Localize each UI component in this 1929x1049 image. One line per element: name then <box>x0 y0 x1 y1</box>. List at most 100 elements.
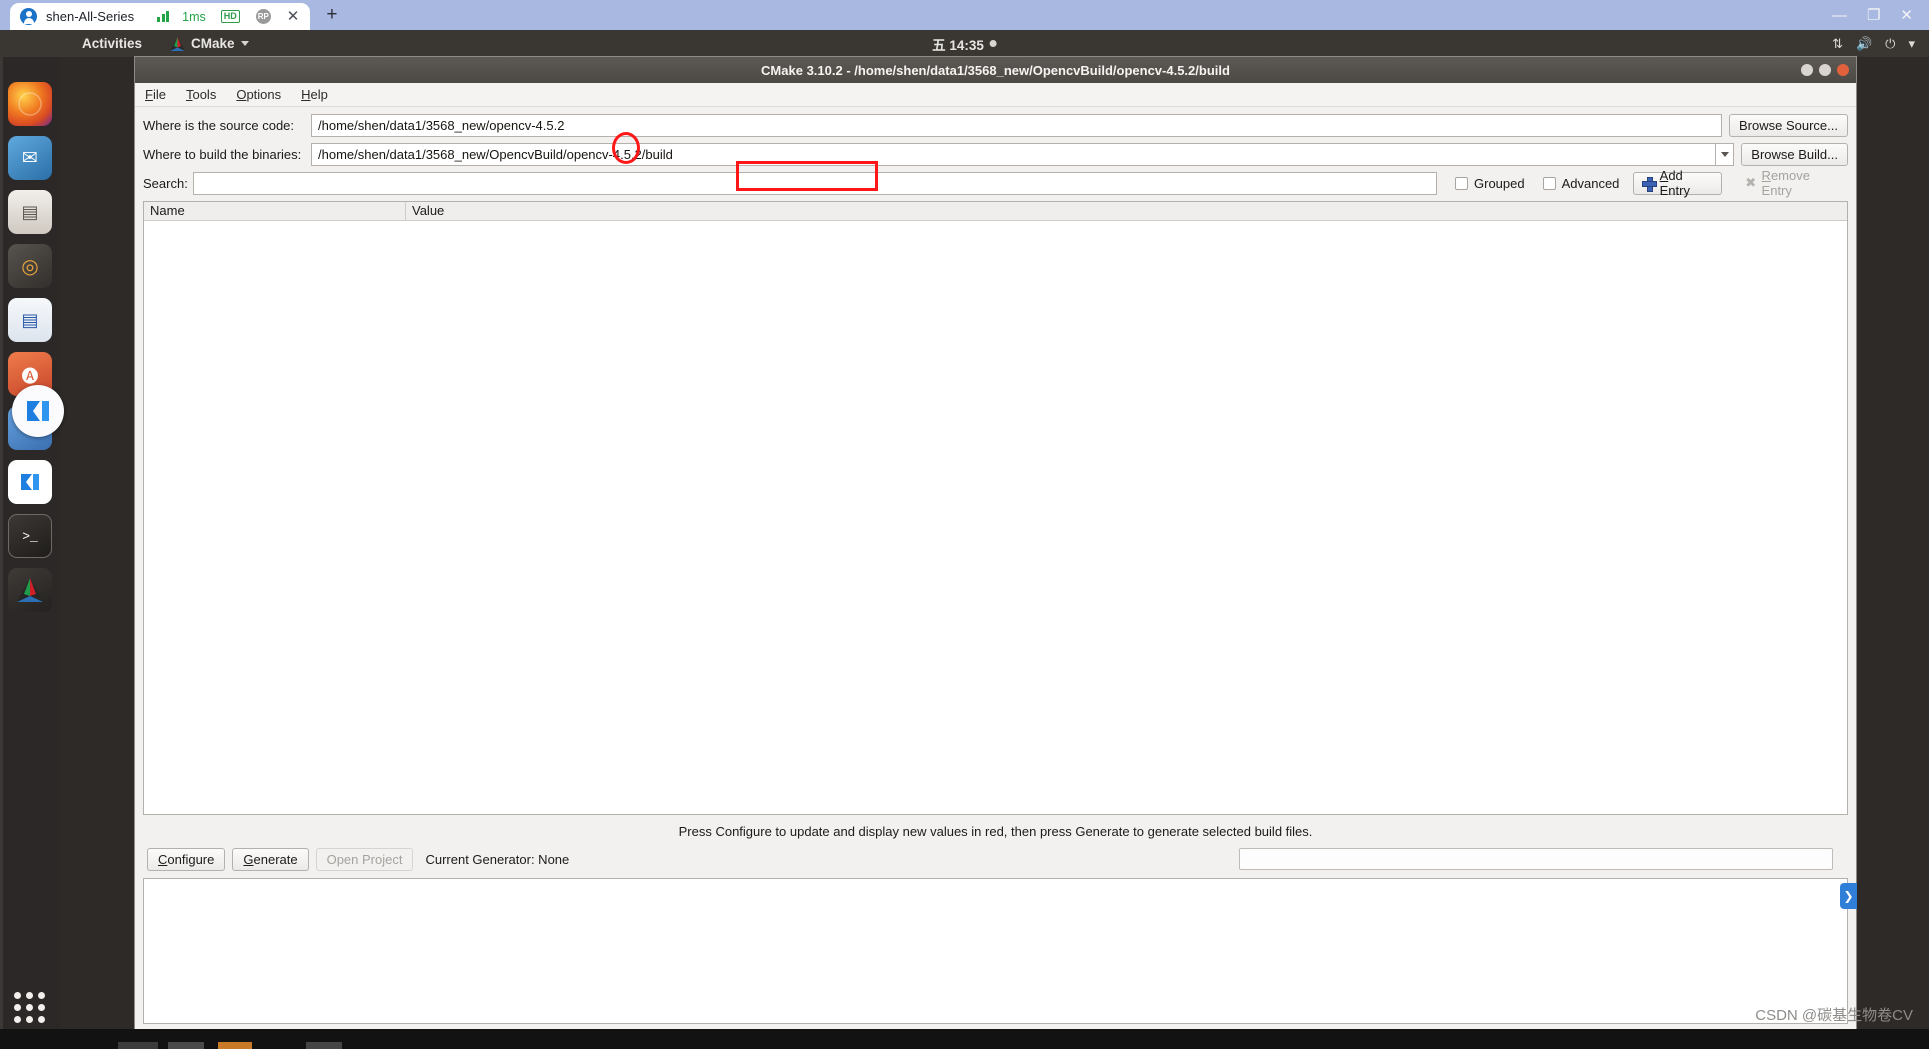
add-entry-label: Add Entry <box>1660 168 1714 198</box>
tab-strip: shen-All-Series 1ms HD RP ✕ + <box>10 0 337 30</box>
build-binaries-input[interactable]: /home/shen/data1/3568_new/OpencvBuild/op… <box>311 143 1715 166</box>
watermark-text: CSDN @碳基生物卷CV <box>1755 1004 1913 1025</box>
notification-dot-icon <box>990 40 997 47</box>
new-tab-button[interactable]: + <box>326 4 337 26</box>
ubuntu-launcher-dock: ✉ ▤ ◎ ▤ 🅐 ? >_ <box>0 57 60 1049</box>
cmake-body: Where is the source code: /home/shen/dat… <box>135 107 1856 1024</box>
launcher-icon-firefox[interactable] <box>8 82 52 126</box>
window-controls <box>1801 64 1849 76</box>
advanced-checkbox[interactable]: Advanced <box>1543 176 1620 191</box>
progress-bar <box>1239 848 1833 870</box>
remove-entry-label: Remove Entry <box>1762 168 1839 198</box>
app-menu-cmake[interactable]: CMake <box>170 36 249 51</box>
minimize-icon[interactable]: — <box>1832 8 1847 23</box>
cmake-gui-window: CMake 3.10.2 - /home/shen/data1/3568_new… <box>134 56 1857 1049</box>
app-menu-label: CMake <box>191 36 235 51</box>
launcher-icon-cmake[interactable] <box>8 568 52 612</box>
configure-button[interactable]: Configure <box>147 848 225 871</box>
floating-app-logo[interactable] <box>12 385 64 437</box>
column-header-name[interactable]: Name <box>144 202 406 220</box>
browse-source-button[interactable]: Browse Source... <box>1729 114 1848 137</box>
build-binaries-combobox[interactable]: /home/shen/data1/3568_new/OpencvBuild/op… <box>311 143 1734 166</box>
red-rectangle-annotation <box>736 161 878 191</box>
terminal-prompt-icon: >_ <box>22 529 38 544</box>
red-ellipse-annotation <box>612 132 640 164</box>
grouped-checkbox[interactable]: Grouped <box>1455 176 1525 191</box>
menu-file[interactable]: File <box>145 87 166 102</box>
close-icon[interactable] <box>1837 64 1849 76</box>
browse-build-button[interactable]: Browse Build... <box>1741 143 1848 166</box>
search-options-row: Search: Grouped Advanced Add Entry ✖ Rem… <box>143 171 1848 195</box>
volume-icon[interactable]: 🔊 <box>1856 37 1872 50</box>
actions-row: Configure Generate Open Project Current … <box>143 847 1848 871</box>
taskbar-chip <box>118 1042 158 1049</box>
menu-help[interactable]: Help <box>301 87 328 102</box>
minimize-icon[interactable] <box>1801 64 1813 76</box>
maximize-icon[interactable] <box>1819 64 1831 76</box>
table-header-row: Name Value <box>144 202 1847 221</box>
browser-chrome: shen-All-Series 1ms HD RP ✕ + — ❐ ✕ <box>0 0 1929 30</box>
maximize-icon[interactable]: ❐ <box>1867 8 1880 23</box>
cache-entries-table[interactable]: Name Value <box>143 201 1848 815</box>
generate-button[interactable]: Generate <box>232 848 308 871</box>
signal-bars-icon <box>157 11 169 22</box>
current-generator-label: Current Generator: None <box>425 852 569 867</box>
launcher-icon-files[interactable]: ▤ <box>8 190 52 234</box>
chevron-down-icon <box>241 41 249 46</box>
music-disc-icon: ◎ <box>21 254 38 279</box>
taskbar-chip <box>306 1042 342 1049</box>
system-tray[interactable]: ⇅ 🔊 ⏻ ▾ <box>1832 37 1915 50</box>
activities-button[interactable]: Activities <box>82 36 142 51</box>
launcher-icon-terminal[interactable]: >_ <box>8 514 52 558</box>
gnome-top-bar: Activities CMake 五 14:35 ⇅ 🔊 ⏻ ▾ <box>0 30 1929 57</box>
cmake-logo-icon <box>170 37 185 51</box>
source-code-label: Where is the source code: <box>143 118 311 133</box>
launcher-icon-rhythmbox[interactable]: ◎ <box>8 244 52 288</box>
rp-avatar-badge: RP <box>256 9 271 24</box>
source-code-row: Where is the source code: /home/shen/dat… <box>143 113 1848 137</box>
cmake-menubar: File Tools Options Help <box>135 83 1856 107</box>
clock-label: 五 14:35 <box>932 34 984 54</box>
clock[interactable]: 五 14:35 <box>932 34 997 54</box>
checkbox-box <box>1543 177 1556 190</box>
status-hint-text: Press Configure to update and display ne… <box>143 820 1848 847</box>
cmake-titlebar: CMake 3.10.2 - /home/shen/data1/3568_new… <box>135 57 1856 83</box>
power-icon[interactable]: ⏻ <box>1885 37 1895 50</box>
cmake-logo-icon <box>16 577 44 603</box>
ubuntu-desktop: Activities CMake 五 14:35 ⇅ 🔊 ⏻ ▾ <box>0 30 1929 1049</box>
shopping-bag-icon: 🅐 <box>22 362 39 387</box>
launcher-icon-libreoffice-writer[interactable]: ▤ <box>8 298 52 342</box>
checkbox-box <box>1455 177 1468 190</box>
dock-edge-divider <box>0 57 3 1049</box>
menu-tools[interactable]: Tools <box>186 87 216 102</box>
output-log-pane[interactable] <box>143 878 1848 1024</box>
plus-icon <box>1642 177 1654 190</box>
launcher-icon-thunderbird[interactable]: ✉ <box>8 136 52 180</box>
window-title: CMake 3.10.2 - /home/shen/data1/3568_new… <box>761 63 1230 78</box>
source-code-input[interactable]: /home/shen/data1/3568_new/opencv-4.5.2 <box>311 114 1722 137</box>
taskbar-chip <box>218 1042 252 1049</box>
add-entry-button[interactable]: Add Entry <box>1633 172 1722 195</box>
taskbar-chip <box>168 1042 204 1049</box>
hd-badge: HD <box>221 10 240 23</box>
chevron-down-icon[interactable]: ▾ <box>1908 37 1915 50</box>
blue-chevron-icon <box>17 469 43 495</box>
mail-icon: ✉ <box>22 147 38 170</box>
launcher-icon-blue-app[interactable] <box>8 460 52 504</box>
browser-tab-active[interactable]: shen-All-Series 1ms HD RP ✕ <box>10 3 310 30</box>
search-label: Search: <box>143 176 193 191</box>
browser-tab-title: shen-All-Series <box>46 9 134 24</box>
menu-options[interactable]: Options <box>236 87 281 102</box>
close-icon[interactable]: ✕ <box>287 9 300 24</box>
network-icon[interactable]: ⇅ <box>1832 37 1843 50</box>
collapse-panel-handle[interactable]: ❯ <box>1840 883 1857 909</box>
advanced-label: Advanced <box>1562 176 1620 191</box>
column-header-value[interactable]: Value <box>406 202 1847 220</box>
open-project-button: Open Project <box>316 848 414 871</box>
browser-window-controls: — ❐ ✕ <box>1832 0 1923 30</box>
bottom-taskbar-strip <box>0 1029 1929 1049</box>
close-icon[interactable]: ✕ <box>1900 8 1913 23</box>
chevron-down-icon[interactable] <box>1715 143 1734 166</box>
show-applications-button[interactable] <box>14 992 45 1023</box>
remove-icon: ✖ <box>1745 177 1756 189</box>
